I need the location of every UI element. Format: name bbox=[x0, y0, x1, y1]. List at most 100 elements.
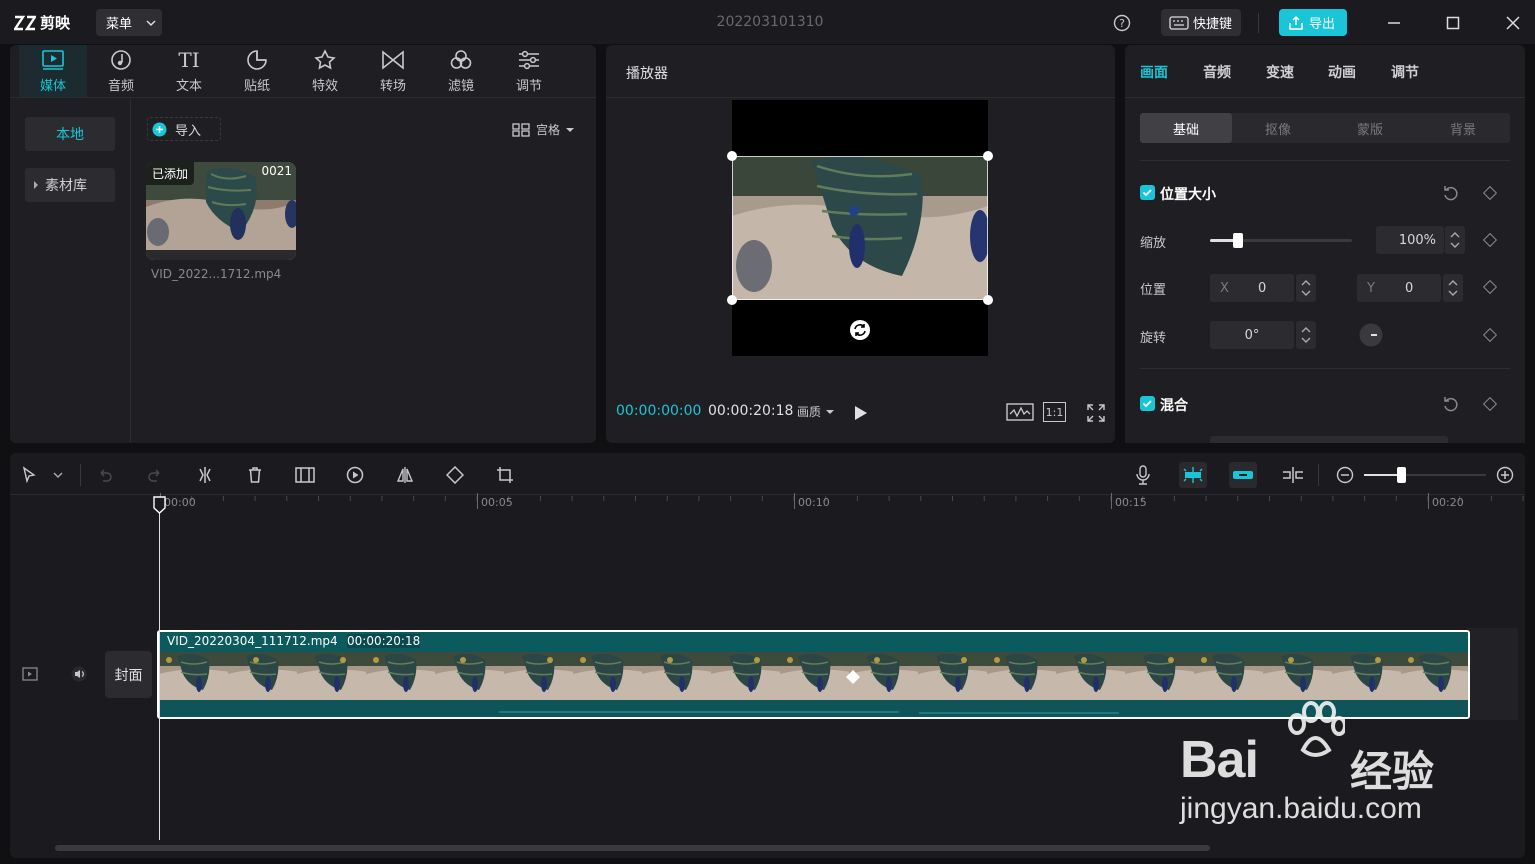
keyframe-icon[interactable] bbox=[1482, 185, 1498, 201]
reset-icon[interactable] bbox=[1442, 395, 1460, 413]
zoom-slider[interactable] bbox=[1364, 467, 1486, 483]
import-button[interactable]: 导入 bbox=[147, 117, 221, 141]
tab-speed[interactable]: 变速 bbox=[1266, 62, 1294, 82]
keyframe-icon[interactable] bbox=[1482, 232, 1498, 248]
redo-button[interactable] bbox=[141, 462, 169, 488]
cover-button[interactable]: 封面 bbox=[105, 651, 152, 698]
tab-effects[interactable]: 特效 bbox=[291, 45, 359, 97]
record-audio-button[interactable] bbox=[1129, 462, 1157, 488]
scale-value: 100% bbox=[1398, 232, 1436, 248]
fullscreen-icon[interactable] bbox=[1086, 403, 1106, 423]
position-y-input[interactable]: Y 0 bbox=[1357, 274, 1441, 302]
tab-text[interactable]: TI 文本 bbox=[155, 45, 223, 97]
keyframe-icon[interactable] bbox=[1482, 396, 1498, 412]
tab-adjust[interactable]: 调节 bbox=[495, 45, 563, 97]
resize-handle[interactable] bbox=[727, 295, 737, 305]
playhead-handle-icon[interactable] bbox=[153, 496, 166, 514]
rotation-dial-icon[interactable] bbox=[1359, 323, 1383, 347]
blend-title: 混合 bbox=[1160, 398, 1188, 414]
preview-axis-button[interactable] bbox=[1279, 462, 1307, 488]
timeline-scrollbar[interactable] bbox=[55, 845, 1210, 851]
subtab-basic[interactable]: 基础 bbox=[1140, 113, 1232, 143]
checkbox-checked-icon[interactable] bbox=[1140, 185, 1155, 200]
tab-filter[interactable]: 滤镜 bbox=[427, 45, 495, 97]
import-label: 导入 bbox=[175, 123, 202, 139]
split-button[interactable] bbox=[191, 462, 219, 488]
position-x-input[interactable]: X 0 bbox=[1210, 274, 1294, 302]
scale-input[interactable]: 100% bbox=[1376, 226, 1444, 254]
undo-button[interactable] bbox=[91, 462, 119, 488]
filmstrip-frame bbox=[573, 652, 645, 700]
tab-animation[interactable]: 动画 bbox=[1328, 62, 1356, 82]
resize-handle[interactable] bbox=[727, 151, 737, 161]
checkbox-checked-icon[interactable] bbox=[1140, 396, 1155, 411]
zoom-out-icon[interactable] bbox=[1336, 466, 1354, 484]
filmstrip-frame bbox=[987, 652, 1059, 700]
track-video-icon[interactable] bbox=[22, 667, 38, 681]
mirror-button[interactable] bbox=[391, 462, 419, 488]
speaker-icon[interactable] bbox=[70, 666, 88, 682]
reverse-button[interactable] bbox=[341, 462, 369, 488]
shortcuts-button[interactable]: 快捷键 bbox=[1161, 9, 1241, 36]
rotation-input[interactable]: 0° bbox=[1210, 321, 1294, 349]
tab-audio[interactable]: 音频 bbox=[87, 45, 155, 97]
media-clip-thumbnail[interactable]: 已添加 0021 bbox=[146, 162, 296, 260]
subtab-background[interactable]: 背景 bbox=[1416, 113, 1510, 143]
add-circle-icon bbox=[152, 122, 167, 136]
position-x-stepper[interactable] bbox=[1296, 274, 1316, 302]
tab-inspector-audio[interactable]: 音频 bbox=[1203, 62, 1231, 82]
tab-sticker[interactable]: 贴纸 bbox=[223, 45, 291, 97]
subtab-mask[interactable]: 蒙版 bbox=[1324, 113, 1416, 143]
scale-stepper[interactable] bbox=[1445, 226, 1465, 254]
preview-canvas[interactable] bbox=[727, 100, 993, 356]
resize-handle[interactable] bbox=[983, 295, 993, 305]
reset-icon[interactable] bbox=[1442, 184, 1460, 202]
zoom-in-icon[interactable] bbox=[1496, 466, 1514, 484]
caret-right-icon bbox=[34, 181, 38, 189]
magnet-snap-button[interactable] bbox=[1179, 462, 1207, 488]
playhead-line[interactable] bbox=[159, 508, 160, 840]
view-mode-dropdown[interactable]: 宫格 bbox=[512, 121, 575, 138]
scale-slider[interactable] bbox=[1210, 233, 1352, 248]
tab-text-label: 文本 bbox=[175, 78, 202, 94]
menu-dropdown[interactable]: 菜单 bbox=[96, 9, 162, 36]
maximize-button[interactable] bbox=[1438, 8, 1468, 38]
rotate-handle-icon[interactable] bbox=[849, 319, 871, 341]
export-button[interactable]: 导出 bbox=[1279, 9, 1347, 36]
delete-button[interactable] bbox=[241, 462, 269, 488]
select-tool-button[interactable] bbox=[15, 462, 43, 488]
sidebar-item-local[interactable]: 本地 bbox=[25, 117, 115, 151]
keyframe-icon[interactable] bbox=[1482, 279, 1498, 295]
position-y-value: 0 bbox=[1405, 280, 1414, 296]
subtab-cutout[interactable]: 抠像 bbox=[1232, 113, 1324, 143]
zoom-slider-knob[interactable] bbox=[1396, 467, 1406, 483]
waveform-monitor-icon[interactable] bbox=[1006, 402, 1034, 422]
filmstrip-frame bbox=[297, 652, 369, 700]
sidebar-item-library[interactable]: 素材库 bbox=[25, 168, 115, 202]
chevron-down-icon[interactable] bbox=[53, 471, 63, 479]
tab-picture[interactable]: 画面 bbox=[1140, 62, 1168, 82]
tab-inspector-adjust[interactable]: 调节 bbox=[1391, 62, 1419, 82]
time-ruler[interactable] bbox=[155, 494, 1525, 514]
aspect-ratio-button[interactable]: 1:1 bbox=[1043, 402, 1066, 422]
keyframe-icon[interactable] bbox=[1482, 327, 1498, 343]
scale-slider-knob[interactable] bbox=[1233, 233, 1244, 248]
blend-mode-dropdown[interactable] bbox=[1210, 436, 1448, 443]
help-button[interactable]: ? bbox=[1107, 8, 1137, 38]
freeze-frame-button[interactable] bbox=[291, 462, 319, 488]
link-button[interactable] bbox=[1229, 462, 1257, 488]
close-button[interactable] bbox=[1498, 8, 1528, 38]
tab-transition[interactable]: 转场 bbox=[359, 45, 427, 97]
ruler-label: 00:20 bbox=[1432, 496, 1464, 509]
minimize-button[interactable] bbox=[1379, 8, 1409, 38]
rotation-stepper[interactable] bbox=[1296, 321, 1316, 349]
play-icon[interactable] bbox=[854, 405, 868, 421]
position-y-stepper[interactable] bbox=[1443, 274, 1463, 302]
crop-button[interactable] bbox=[491, 462, 519, 488]
keyframe-marker-icon[interactable] bbox=[846, 670, 860, 684]
resize-handle[interactable] bbox=[983, 151, 993, 161]
quality-dropdown[interactable]: 画质 bbox=[797, 403, 835, 420]
rotate-button[interactable] bbox=[441, 462, 469, 488]
tab-media[interactable]: 媒体 bbox=[19, 45, 87, 97]
cover-label: 封面 bbox=[114, 667, 143, 684]
